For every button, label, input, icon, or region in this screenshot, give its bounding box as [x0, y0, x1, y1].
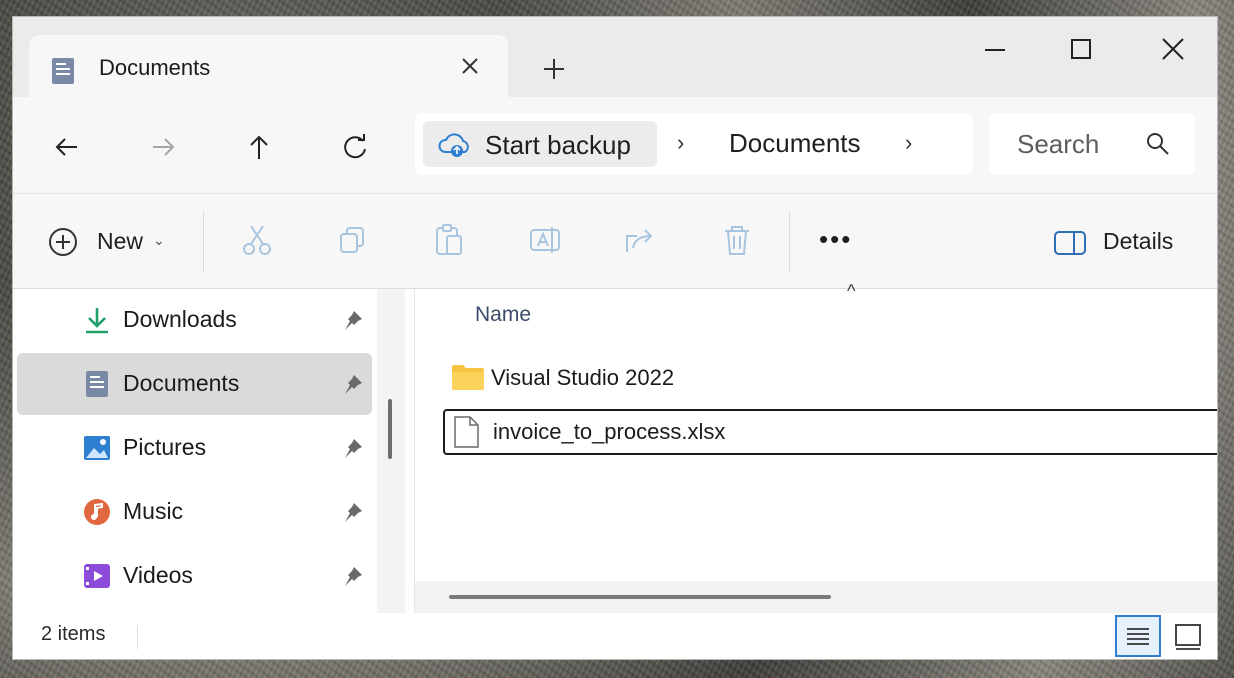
documents-icon	[86, 371, 108, 397]
list-view-icon	[1127, 628, 1149, 645]
videos-icon	[84, 564, 110, 588]
sidebar-scrollbar-thumb[interactable]	[388, 399, 392, 459]
file-row-folder[interactable]: Visual Studio 2022	[443, 355, 1217, 401]
sidebar-item-pictures[interactable]: Pictures	[17, 417, 372, 479]
delete-icon[interactable]	[719, 222, 755, 258]
sidebar-item-music[interactable]: Music	[17, 481, 372, 543]
up-arrow-icon[interactable]	[243, 131, 275, 163]
pictures-icon	[84, 436, 110, 460]
close-icon[interactable]	[1153, 35, 1193, 65]
forward-arrow-icon[interactable]	[147, 131, 179, 163]
tiles-view-icon[interactable]	[1171, 619, 1205, 653]
sidebar-item-label: Downloads	[123, 306, 237, 332]
copy-icon[interactable]	[335, 222, 371, 258]
sidebar-item-documents[interactable]: Documents	[17, 353, 372, 415]
file-row-selected[interactable]: invoice_to_process.xlsx	[443, 409, 1217, 455]
pin-icon[interactable]	[342, 437, 364, 459]
file-list: ^ Name Visual Studio 2022 invoice_to_pro…	[415, 281, 1217, 613]
command-bar: New ⌄ ••• Details	[13, 194, 1217, 289]
back-arrow-icon[interactable]	[51, 131, 83, 163]
sidebar-item-label: Videos	[123, 562, 193, 588]
share-icon[interactable]	[623, 222, 659, 258]
tab-documents[interactable]: Documents	[29, 35, 508, 97]
search-icon	[1147, 133, 1169, 155]
details-pane-icon	[1054, 231, 1086, 255]
navigation-bar: Start backup › Documents › Search	[13, 97, 1217, 194]
status-bar: 2 items	[13, 613, 1217, 659]
pane-divider[interactable]	[406, 289, 415, 613]
divider	[203, 211, 204, 273]
new-tab-icon[interactable]	[538, 53, 570, 85]
rename-icon[interactable]	[527, 222, 563, 258]
refresh-icon[interactable]	[339, 131, 371, 163]
navigation-pane: Downloads Documents Pictures Music Video…	[13, 289, 375, 613]
sidebar-item-videos[interactable]: Videos	[17, 545, 372, 607]
divider	[137, 625, 138, 649]
sidebar-item-label: Music	[123, 498, 184, 524]
search-box[interactable]: Search	[989, 113, 1195, 175]
start-backup-button[interactable]: Start backup	[423, 121, 657, 167]
minimize-icon[interactable]	[975, 35, 1015, 65]
maximize-icon[interactable]	[1061, 35, 1101, 65]
column-header-name[interactable]: Name	[475, 303, 531, 327]
tab-title: Documents	[99, 55, 211, 80]
title-bar: Documents	[13, 17, 1217, 97]
pin-icon[interactable]	[342, 373, 364, 395]
search-placeholder: Search	[1017, 129, 1100, 159]
breadcrumb-documents[interactable]: Documents	[729, 128, 861, 159]
file-explorer-window: Documents Start backup › Documents › Sea…	[12, 16, 1218, 660]
documents-icon	[52, 58, 74, 84]
sidebar-item-label: Pictures	[123, 434, 207, 460]
file-name: invoice_to_process.xlsx	[493, 419, 726, 444]
sidebar-item-downloads[interactable]: Downloads	[17, 289, 372, 351]
file-name: Visual Studio 2022	[491, 365, 675, 390]
pin-icon[interactable]	[342, 309, 364, 331]
music-icon	[84, 499, 110, 525]
divider	[789, 211, 790, 273]
chevron-right-icon[interactable]: ›	[905, 130, 912, 156]
download-icon	[86, 308, 108, 334]
sort-ascending-icon: ^	[847, 281, 856, 301]
horizontal-scrollbar-thumb[interactable]	[449, 595, 831, 599]
chevron-right-icon[interactable]: ›	[677, 130, 684, 156]
pin-icon[interactable]	[342, 501, 364, 523]
folder-icon	[452, 365, 484, 390]
cloud-backup-icon	[438, 133, 469, 157]
more-options-button[interactable]: •••	[819, 224, 852, 255]
details-label: Details	[1103, 228, 1174, 254]
chevron-down-icon: ⌄	[153, 232, 165, 248]
plus-circle-icon	[49, 228, 77, 256]
paste-icon[interactable]	[431, 222, 467, 258]
details-view-button[interactable]	[1115, 615, 1161, 657]
address-bar[interactable]: Start backup › Documents ›	[415, 113, 973, 175]
item-count: 2 items	[41, 623, 106, 645]
start-backup-label: Start backup	[485, 130, 631, 160]
file-icon	[454, 416, 479, 448]
close-tab-icon[interactable]	[455, 51, 485, 81]
new-label: New	[97, 228, 144, 254]
pin-icon[interactable]	[342, 565, 364, 587]
cut-icon[interactable]	[239, 222, 275, 258]
sidebar-item-label: Documents	[123, 370, 240, 396]
